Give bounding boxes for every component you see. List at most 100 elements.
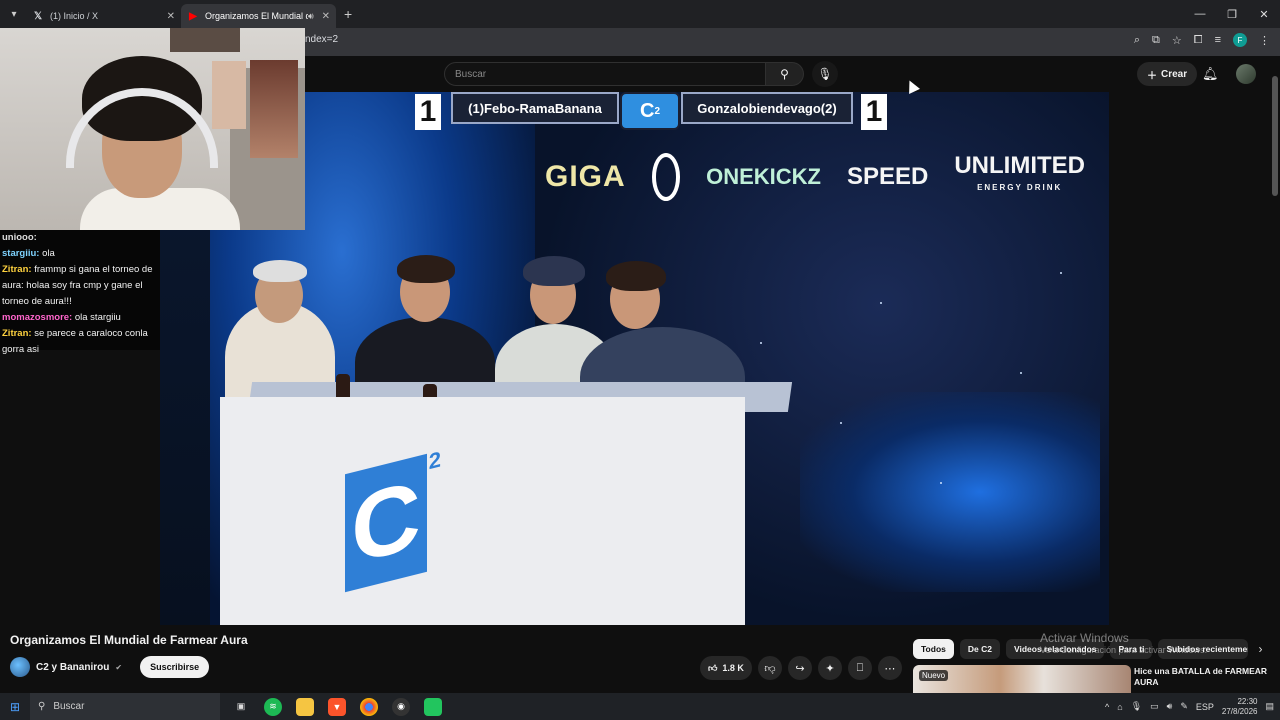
c2-logo-sup: 2 <box>654 105 660 117</box>
profile-avatar[interactable]: F <box>1233 33 1247 47</box>
new-badge: Nuevo <box>919 670 949 681</box>
more-actions-button[interactable]: ⋯ <box>877 656 902 680</box>
chat-message: Zitran: frammp si gana el torneo de aura… <box>0 262 160 310</box>
giga-logo: GIGA <box>545 160 626 193</box>
window-controls: — ❐ ✕ <box>1184 0 1280 28</box>
lightning-background-right <box>800 392 1100 592</box>
recommended-video[interactable]: Nuevo Hice una BATALLA de FARMEAR AURA <box>913 665 1273 693</box>
swirl-logo-icon <box>651 153 681 201</box>
restore-button[interactable]: ❐ <box>1216 8 1248 21</box>
minimize-button[interactable]: — <box>1184 8 1216 20</box>
chevron-up-icon[interactable]: ^ <box>1105 702 1109 712</box>
chat-message: uniooo: <box>0 230 160 246</box>
page-scrollbar[interactable] <box>1270 56 1280 693</box>
recommended-title[interactable]: Hice una BATALLA de FARMEAR AURA <box>1134 666 1269 688</box>
obs-icon[interactable]: ◉ <box>392 697 410 716</box>
sparkle-icon: ✦ <box>825 662 835 675</box>
volume-icon[interactable]: 🔊︎ <box>1167 701 1173 712</box>
notifications-bell-icon[interactable]: 🔔︎ <box>1202 66 1219 82</box>
like-button[interactable]: 👍︎ 1.8 K <box>700 656 752 680</box>
video-actions: 👍︎ 1.8 K 👎︎ ↪ ✦ ⎕ ⋯ <box>700 656 902 680</box>
pen-icon[interactable]: ✎ <box>1180 701 1188 712</box>
tab-title: (1) Inicio / X <box>50 11 99 21</box>
spotify-icon[interactable]: ≋ <box>264 697 282 716</box>
ask-ai-button[interactable]: ✦ <box>817 656 842 680</box>
chip-all[interactable]: Todos <box>913 639 954 659</box>
chat-username: momazosmore: <box>2 312 73 323</box>
thumbs-down-icon: 👎︎ <box>764 662 776 675</box>
windows-start-icon[interactable]: ⊞ <box>0 700 30 714</box>
star-sparkle <box>880 302 882 304</box>
tab-title: Organizamos El Mundial de Farmear Aura <box>205 11 308 21</box>
person-hair <box>397 255 455 283</box>
media-controls-icon[interactable]: ≡ <box>1215 34 1221 46</box>
taskbar-search[interactable]: ⚲ Buscar <box>30 693 220 720</box>
browser-tab-strip: ▾ 𝕏 (1) Inicio / X ✕ ▶ Organizamos El Mu… <box>0 0 1280 28</box>
wall-poster <box>212 61 246 129</box>
task-view-icon[interactable]: ▣ <box>232 698 250 716</box>
star-sparkle <box>1020 372 1022 374</box>
brave-icon[interactable]: ▼ <box>328 697 346 716</box>
left-player-name: (1)Febo-RamaBanana <box>451 92 619 124</box>
search-icon: ⚲ <box>38 701 46 712</box>
browser-menu-icon[interactable]: ⋮ <box>1259 34 1270 47</box>
share-button[interactable]: ↪ <box>787 656 812 680</box>
search-input[interactable]: Buscar <box>444 62 766 86</box>
tab-close-icon[interactable]: ✕ <box>322 11 330 22</box>
dislike-button[interactable]: 👎︎ <box>757 656 782 680</box>
taskbar-apps: ▣ ≋ ▼ ◉ <box>232 697 442 716</box>
gamepad-icon[interactable]: ⌂ <box>1117 702 1122 712</box>
url-field[interactable]: ndex=2 <box>305 34 338 45</box>
recommended-thumbnail[interactable]: Nuevo <box>913 665 1131 693</box>
cast-icon[interactable]: ⧉ <box>1152 34 1160 47</box>
chrome-icon[interactable] <box>360 697 378 716</box>
chat-message: momazosmore: ola stargiiu <box>0 310 160 326</box>
file-explorer-icon[interactable] <box>296 697 314 716</box>
extensions-icon[interactable]: ⧠ <box>1194 34 1203 47</box>
sponsor-logos: GIGA ONEKICKZ SPEED UNLIMITED ENERGY DRI… <box>545 147 1085 207</box>
windows-taskbar: ⊞ ⚲ Buscar ▣ ≋ ▼ ◉ ^ ⌂ 🎙︎ ▭ 🔊︎ ✎ ESP 22:… <box>0 693 1280 720</box>
tab-search-button[interactable]: ▾ <box>2 3 26 25</box>
network-icon[interactable]: ▭ <box>1150 701 1159 712</box>
language-indicator[interactable]: ESP <box>1196 702 1214 712</box>
bookmark-star-icon[interactable]: ☆ <box>1172 34 1182 47</box>
person-hair <box>606 261 666 291</box>
channel-avatar[interactable] <box>10 657 30 677</box>
watermark-subtitle: Ve a Configuración para activar Windows. <box>1040 645 1208 655</box>
windows-activation-watermark: Activar Windows Ve a Configuración para … <box>1040 631 1207 655</box>
browser-tab-youtube[interactable]: ▶ Organizamos El Mundial de Farmear Aura… <box>181 4 336 28</box>
chat-text: ola <box>42 248 55 259</box>
audio-playing-icon[interactable]: 🔊︎ <box>308 11 314 22</box>
notifications-icon[interactable]: ▤ <box>1265 701 1274 712</box>
search-button[interactable]: ⚲ <box>766 62 804 86</box>
chip-de-c2[interactable]: De C2 <box>959 639 1000 659</box>
clock-time: 22:30 <box>1237 696 1258 706</box>
taskbar-search-placeholder: Buscar <box>53 701 85 712</box>
new-tab-button[interactable]: + <box>344 6 352 22</box>
c2-desk-logo-text: C <box>351 460 421 585</box>
tab-close-icon[interactable]: ✕ <box>167 11 175 22</box>
save-button[interactable]: ⎕ <box>847 656 872 680</box>
scrollbar-thumb[interactable] <box>1272 76 1278 196</box>
chat-message: stargiiu: ola <box>0 246 160 262</box>
taskbar-clock[interactable]: 22:30 27/8/2026 <box>1222 697 1258 717</box>
youtube-icon: ▶ <box>189 10 197 22</box>
c2-desk-logo: C 2 <box>345 446 441 593</box>
account-avatar[interactable] <box>1236 64 1256 84</box>
green-app-icon[interactable] <box>424 697 442 716</box>
close-window-button[interactable]: ✕ <box>1248 8 1280 21</box>
zoom-icon[interactable]: ⌕ <box>1134 34 1140 47</box>
microphone-icon[interactable]: 🎙︎ <box>1131 701 1142 712</box>
unlimited-logo: UNLIMITED ENERGY DRINK <box>954 154 1085 199</box>
create-button[interactable]: ＋ Crear <box>1137 62 1198 86</box>
c2-desk-logo-sup: 2 <box>428 446 441 475</box>
voice-search-button[interactable]: 🎙︎ <box>812 61 838 87</box>
thumbs-up-icon: 👍︎ <box>708 662 718 673</box>
channel-name[interactable]: C2 y Bananirou <box>36 662 109 673</box>
person-cap <box>253 260 307 282</box>
chat-text: ola stargiiu <box>74 312 121 323</box>
chevron-right-icon[interactable]: › <box>1258 642 1262 656</box>
subscribe-button[interactable]: Suscribirse <box>140 656 210 678</box>
star-sparkle <box>840 422 842 424</box>
browser-tab-x[interactable]: 𝕏 (1) Inicio / X ✕ <box>26 4 181 28</box>
